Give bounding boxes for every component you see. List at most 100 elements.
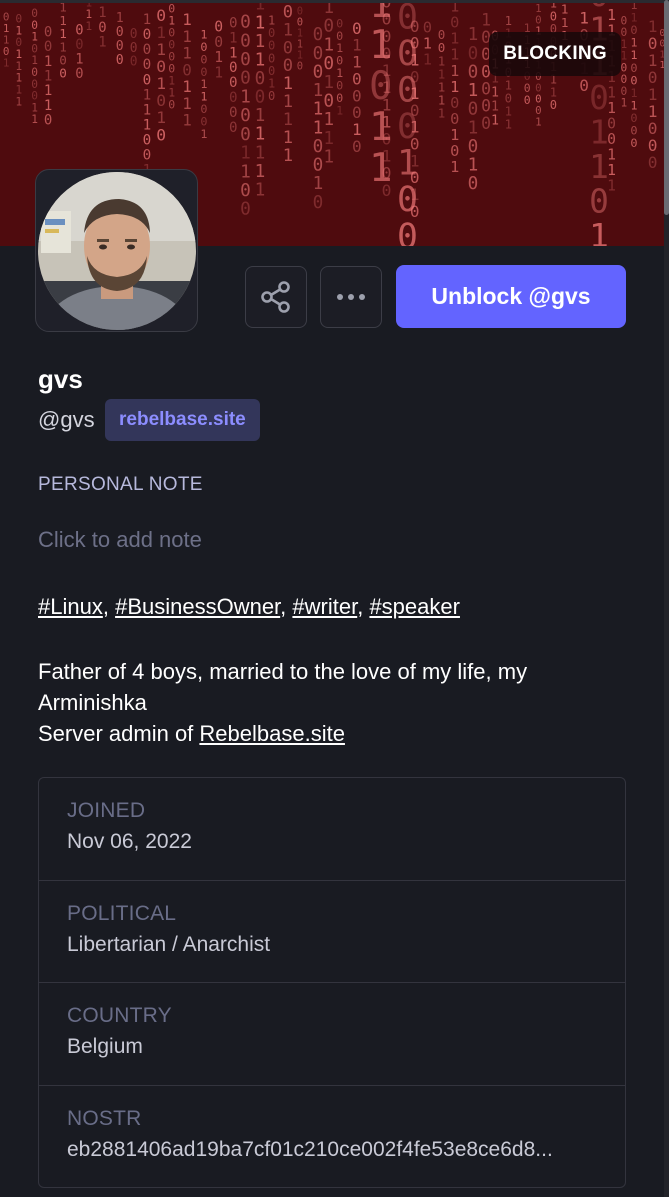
svg-text:0: 0 (382, 181, 392, 200)
svg-text:1: 1 (44, 98, 52, 114)
svg-text:1: 1 (589, 148, 609, 186)
svg-text:0: 0 (75, 66, 83, 82)
svg-text:0: 0 (44, 113, 52, 129)
field-joined: JOINED Nov 06, 2022 (39, 778, 625, 881)
svg-text:1: 1 (505, 79, 512, 93)
ellipsis-icon (337, 294, 365, 300)
svg-text:1: 1 (283, 110, 293, 130)
field-value: Belgium (67, 1035, 143, 1058)
svg-text:1: 1 (98, 34, 106, 50)
svg-text:0: 0 (143, 72, 152, 88)
svg-text:0: 0 (156, 125, 166, 144)
hashtag-link[interactable]: #BusinessOwner (115, 594, 280, 619)
svg-text:1: 1 (143, 102, 152, 118)
svg-text:1: 1 (313, 118, 324, 138)
svg-text:0: 0 (297, 61, 303, 73)
svg-text:1: 1 (229, 45, 238, 61)
svg-text:0: 0 (143, 147, 152, 163)
svg-text:0: 0 (229, 105, 238, 121)
avatar[interactable] (35, 169, 198, 332)
account-handle: @gvs (38, 407, 95, 432)
personal-note-input[interactable]: Click to add note (38, 527, 202, 553)
field-label: JOINED (67, 799, 146, 822)
svg-text:0: 0 (468, 137, 479, 157)
svg-text:0: 0 (589, 79, 609, 117)
svg-text:1: 1 (283, 146, 293, 166)
avatar-photo (37, 171, 196, 330)
svg-text:0: 0 (143, 57, 152, 73)
svg-text:0: 0 (44, 25, 52, 41)
svg-text:1: 1 (44, 83, 52, 99)
svg-text:1: 1 (607, 177, 616, 194)
svg-text:0: 0 (116, 53, 124, 68)
unblock-button[interactable]: Unblock @gvs (396, 265, 626, 328)
scrollbar-thumb[interactable] (664, 0, 669, 215)
svg-text:1: 1 (450, 158, 459, 176)
personal-note-label: PERSONAL NOTE (38, 474, 203, 495)
svg-text:1: 1 (143, 12, 152, 28)
field-political: POLITICAL Libertarian / Anarchist (39, 881, 625, 983)
svg-text:0: 0 (268, 89, 275, 103)
svg-text:1: 1 (283, 74, 293, 94)
svg-text:1: 1 (15, 95, 22, 108)
svg-text:0: 0 (229, 60, 238, 76)
svg-text:1: 1 (468, 156, 479, 176)
svg-text:1: 1 (382, 61, 392, 80)
bio-hashtags: #Linux, #BusinessOwner, #writer, #speake… (38, 594, 460, 619)
svg-text:1: 1 (283, 20, 293, 40)
svg-text:0: 0 (313, 193, 324, 213)
blocking-status-badge: BLOCKING (489, 32, 621, 76)
svg-text:1: 1 (229, 30, 238, 46)
svg-text:1: 1 (31, 113, 38, 126)
svg-text:0: 0 (255, 88, 266, 108)
field-country: COUNTRY Belgium (39, 983, 625, 1086)
svg-text:1: 1 (481, 11, 491, 30)
svg-text:0: 0 (550, 98, 557, 112)
domain-badge[interactable]: rebelbase.site (105, 399, 260, 441)
share-icon (261, 281, 290, 313)
svg-text:1: 1 (607, 85, 616, 102)
hashtag-link[interactable]: #writer (292, 594, 357, 619)
svg-text:0: 0 (143, 27, 152, 43)
svg-text:0: 0 (313, 63, 324, 83)
svg-text:1: 1 (200, 127, 207, 141)
svg-text:0: 0 (116, 39, 124, 54)
hashtag-link[interactable]: #Linux (38, 594, 103, 619)
bio-text: Father of 4 boys, married to the love of… (38, 656, 638, 749)
svg-text:1: 1 (116, 11, 124, 26)
svg-text:0: 0 (524, 93, 531, 107)
svg-text:1: 1 (607, 146, 616, 163)
hashtag-link[interactable]: #speaker (369, 594, 460, 619)
svg-text:1: 1 (468, 81, 479, 101)
more-options-button[interactable] (320, 266, 382, 328)
svg-text:0: 0 (229, 90, 238, 106)
svg-text:1: 1 (255, 50, 266, 70)
svg-text:0: 0 (98, 20, 106, 36)
svg-text:1: 1 (323, 147, 334, 168)
share-button[interactable] (245, 266, 307, 328)
svg-text:1: 1 (85, 20, 92, 33)
svg-text:1: 1 (621, 97, 628, 110)
svg-text:1: 1 (255, 125, 266, 145)
svg-text:1: 1 (491, 113, 499, 128)
svg-text:0: 0 (648, 153, 658, 172)
svg-text:0: 0 (229, 120, 238, 136)
svg-text:1: 1 (313, 81, 324, 101)
field-label: COUNTRY (67, 1004, 172, 1027)
server-link[interactable]: Rebelbase.site (199, 721, 345, 746)
svg-text:0: 0 (410, 202, 420, 221)
svg-text:0: 0 (240, 199, 251, 220)
scrollbar[interactable] (664, 0, 669, 1197)
svg-text:1: 1 (98, 5, 106, 21)
svg-text:0: 0 (283, 56, 293, 76)
svg-text:1: 1 (143, 117, 152, 133)
svg-text:0: 0 (44, 39, 52, 55)
svg-text:1: 1 (491, 86, 499, 101)
profile-fields: JOINED Nov 06, 2022 POLITICAL Libertaria… (38, 777, 626, 1188)
svg-text:1: 1 (313, 174, 324, 194)
field-nostr: NOSTR eb2881406ad19ba7cf01c210ce002f4fe5… (39, 1086, 625, 1189)
svg-text:1: 1 (607, 162, 616, 179)
svg-text:0: 0 (607, 131, 616, 148)
svg-text:1: 1 (143, 87, 152, 103)
svg-text:1: 1 (255, 32, 266, 52)
